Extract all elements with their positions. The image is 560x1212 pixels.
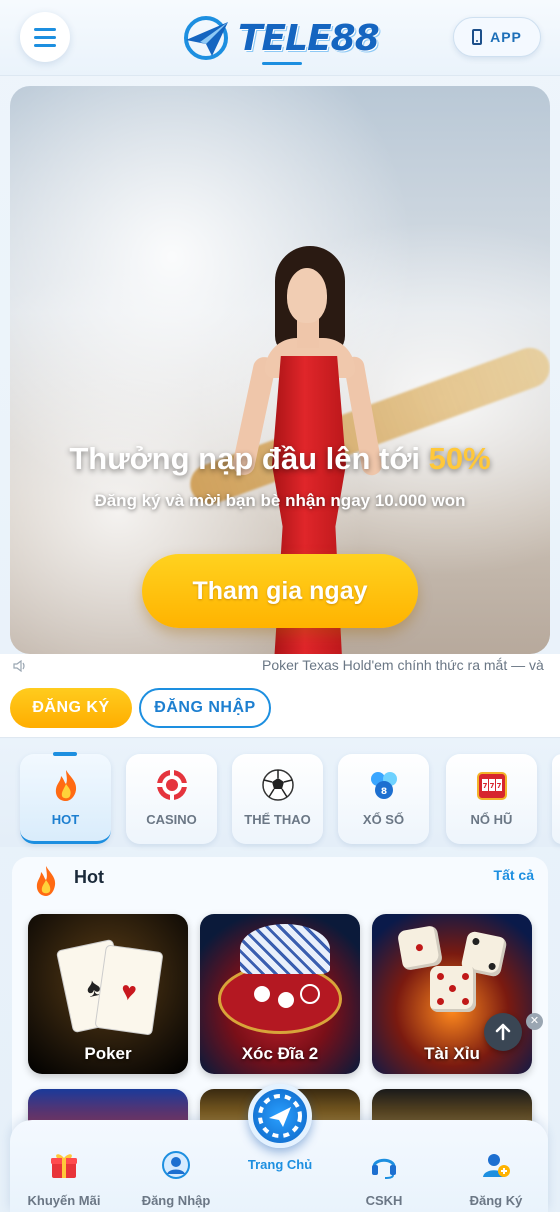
game-label: Xóc Đĩa 2 <box>241 1044 319 1063</box>
nav-label: CSKH <box>365 1193 403 1208</box>
game-label: Poker <box>84 1044 132 1063</box>
phone-icon <box>472 29 483 45</box>
nav-item-promotions[interactable]: Khuyến Mãi <box>14 1150 114 1208</box>
speaker-icon <box>13 660 25 672</box>
user-icon <box>162 1151 190 1179</box>
paper-plane-icon <box>184 16 228 60</box>
dice-image <box>430 966 476 1012</box>
logo[interactable]: TELE88 <box>182 12 382 65</box>
home-chip-icon <box>258 1094 302 1138</box>
tab-label: CASINO <box>146 812 197 827</box>
svg-text:7: 7 <box>497 782 502 790</box>
menu-button[interactable] <box>20 12 70 62</box>
chip-image <box>252 984 272 1004</box>
dice-image <box>396 924 444 972</box>
logo-underline <box>262 62 302 65</box>
game-card-xoc-dia[interactable]: Xóc Đĩa 2 <box>200 914 360 1074</box>
gift-icon <box>51 1154 77 1178</box>
category-tabs: HOT CASINO THỂ THAO 8 XỔ SỐ 7 7 7 NỔ HŨ <box>0 739 560 847</box>
tab-sports[interactable]: THỂ THAO <box>232 754 323 844</box>
svg-text:7: 7 <box>490 782 495 790</box>
nav-item-support[interactable]: CSKH <box>334 1150 434 1208</box>
tab-label: NỔ HŨ <box>470 812 513 827</box>
chip-image <box>300 984 320 1004</box>
see-all-link[interactable]: Tất cả <box>494 867 534 883</box>
header: TELE88 APP <box>0 0 560 76</box>
chip-image <box>276 990 296 1010</box>
tab-label: HOT <box>51 812 80 827</box>
register-button[interactable]: ĐĂNG KÝ <box>10 688 132 728</box>
logo-text: TELE88 <box>238 17 380 59</box>
close-icon[interactable]: ✕ <box>526 1013 543 1030</box>
join-now-button[interactable]: Tham gia ngay <box>142 554 418 628</box>
bowl-image <box>240 924 330 974</box>
headset-icon <box>372 1158 396 1179</box>
section-title: Hot <box>74 867 104 887</box>
game-card-poker[interactable]: ♠ ♥ Poker <box>28 914 188 1074</box>
scroll-to-top-button[interactable] <box>484 1013 522 1051</box>
arrow-up-icon <box>495 1023 511 1041</box>
app-button-label: APP <box>490 29 522 45</box>
playing-card-image: ♥ <box>94 944 164 1036</box>
nav-label: Đăng Ký <box>469 1193 523 1208</box>
soccer-ball-icon <box>262 769 294 801</box>
tab-hot[interactable]: HOT <box>20 752 111 844</box>
marquee-text: Poker Texas Hold'em chính thức ra mắt — … <box>262 657 544 673</box>
nav-item-login[interactable]: Đăng Nhập <box>126 1150 226 1208</box>
banner-title-highlight: 50% <box>428 441 491 476</box>
tab-casino[interactable]: CASINO <box>126 754 217 844</box>
svg-text:7: 7 <box>483 782 488 790</box>
announcement-marquee: Poker Texas Hold'em chính thức ra mắt — … <box>0 654 560 678</box>
nav-label: Đăng Nhập <box>141 1193 211 1208</box>
banner-title: Thưởng nạp đầu lên tới 50% <box>69 441 491 476</box>
hamburger-icon-line <box>34 27 56 31</box>
auth-bar: ĐĂNG KÝ ĐĂNG NHẬP <box>0 678 560 738</box>
banner-subtitle: Đăng ký và mời bạn bè nhận ngay 10.000 w… <box>94 491 466 510</box>
svg-text:8: 8 <box>381 787 387 797</box>
tab-label: THỂ THAO <box>244 812 311 827</box>
tab-more-partial[interactable] <box>552 754 560 844</box>
nav-label-home[interactable]: Trang Chủ <box>230 1157 330 1172</box>
app-download-button[interactable]: APP <box>453 17 541 57</box>
nav-item-register[interactable]: Đăng Ký <box>446 1150 546 1208</box>
add-user-icon <box>483 1154 510 1177</box>
slot-machine-icon: 7 7 7 <box>477 772 507 800</box>
nav-label: Khuyến Mãi <box>27 1193 101 1208</box>
tab-lottery[interactable]: 8 XỔ SỐ <box>338 754 429 844</box>
bottom-navigation: Khuyến Mãi Đăng Nhập Trang Chủ CSKH Đăng… <box>10 1084 548 1212</box>
login-button[interactable]: ĐĂNG NHẬP <box>139 688 271 728</box>
hamburger-icon-line <box>34 43 56 47</box>
flame-icon <box>36 866 56 896</box>
hamburger-icon-line <box>34 35 56 39</box>
nav-home-button[interactable] <box>248 1084 312 1148</box>
casino-chip-icon <box>157 770 187 800</box>
lottery-icon: 8 <box>371 772 397 799</box>
flame-icon <box>55 770 77 801</box>
tab-label: XỔ SỐ <box>362 812 405 827</box>
tab-slots[interactable]: 7 7 7 NỔ HŨ <box>446 754 537 844</box>
promo-banner[interactable]: Thưởng nạp đầu lên tới 50% Đăng ký và mờ… <box>10 86 550 654</box>
